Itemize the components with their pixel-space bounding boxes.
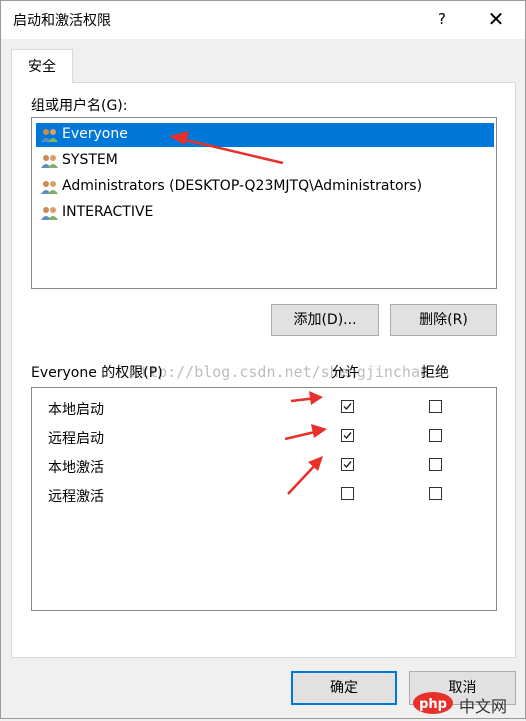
- annotation-arrows: [169, 131, 327, 495]
- svg-text:php: php: [419, 697, 447, 712]
- permissions-dialog: 启动和激活权限 ? ✕ 安全 组或用户名(G): Everyone SYSTEM: [0, 0, 526, 719]
- tab-security[interactable]: 安全: [11, 49, 73, 83]
- annotation-arrow-local-activation: [287, 456, 323, 495]
- annotation-arrow-local-launch: [290, 391, 323, 405]
- logo-text: 中文网: [459, 697, 508, 716]
- annotation-arrow-everyone: [169, 131, 284, 165]
- annotation-arrow-remote-launch: [284, 424, 327, 441]
- site-logo: php 中文网: [411, 689, 523, 717]
